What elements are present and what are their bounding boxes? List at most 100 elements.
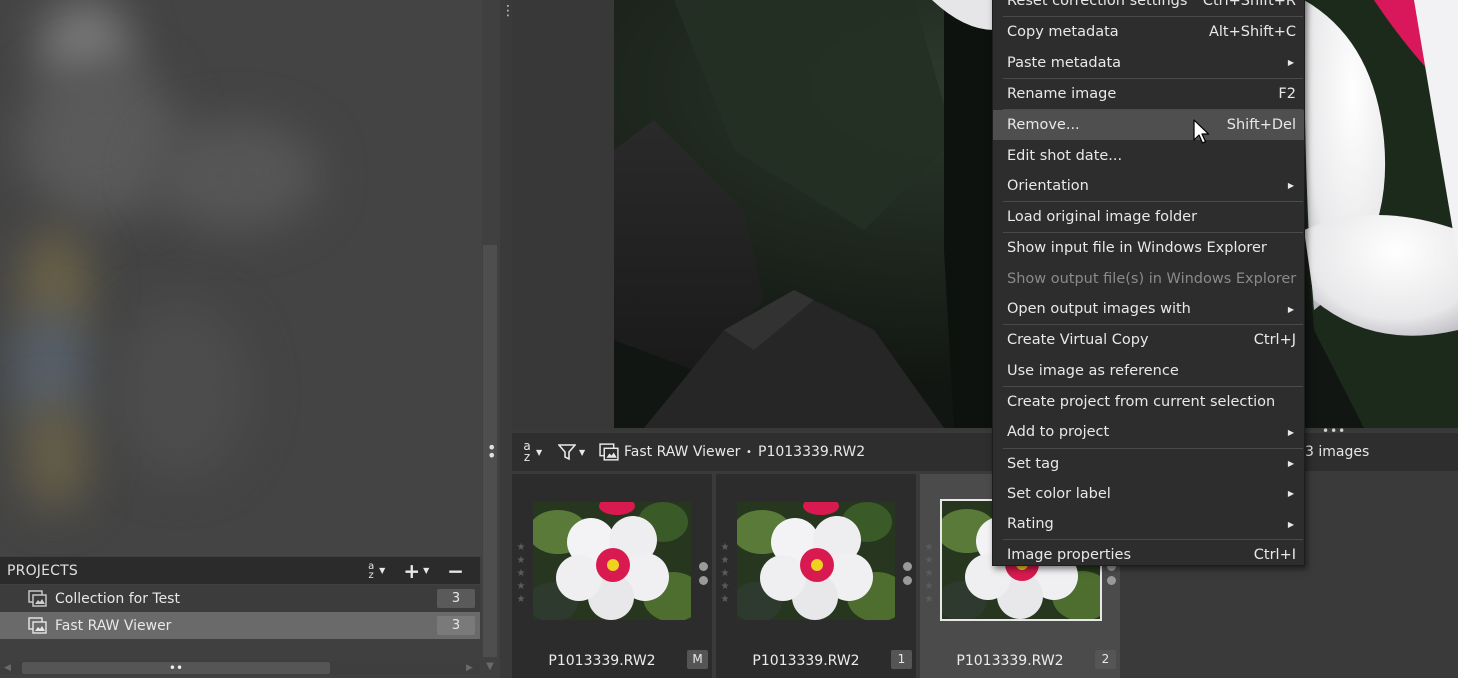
filter-button[interactable]: ▼ — [558, 433, 585, 471]
mouse-cursor-icon — [1193, 119, 1210, 144]
menu-item-create-virtual-copy[interactable]: Create Virtual Copy Ctrl+J — [993, 325, 1304, 355]
plus-icon: + — [403, 558, 421, 583]
project-count-badge: 3 — [437, 616, 475, 635]
minus-icon: − — [447, 558, 464, 583]
menu-item-label: Copy metadata — [1007, 24, 1119, 41]
submenu-arrow-icon: ▶ — [1287, 304, 1294, 314]
projects-header: PROJECTS a z ▼ + ▼ − — [0, 557, 480, 584]
submenu-arrow-icon: ▶ — [1287, 519, 1294, 529]
submenu-arrow-icon: ▶ — [1287, 489, 1294, 499]
submenu-arrow-icon: ▶ — [1287, 181, 1294, 191]
rating-stars[interactable]: ★ ★ ★ ★ ★ — [720, 541, 730, 606]
menu-item-create-project-from-current-selection[interactable]: Create project from current selection — [993, 387, 1304, 417]
menu-item-show-output-file-s-in-windows-explorer: Show output file(s) in Windows Explorer — [993, 264, 1304, 294]
thumbnail-image — [737, 502, 895, 620]
project-label: Collection for Test — [55, 590, 180, 607]
project-item-collection-for-test[interactable]: Collection for Test 3 — [0, 585, 480, 612]
menu-item-load-original-image-folder[interactable]: Load original image folder — [993, 202, 1304, 232]
breadcrumb-collection-label: Fast RAW Viewer — [624, 444, 741, 460]
menu-item-copy-metadata[interactable]: Copy metadata Alt+Shift+C — [993, 17, 1304, 47]
blurred-folder-browser — [0, 0, 482, 556]
thumbnail-filename: P1013339.RW2 — [548, 653, 656, 669]
menu-item-show-input-file-in-windows-explorer[interactable]: Show input file in Windows Explorer — [993, 233, 1304, 263]
breadcrumb-separator: • — [746, 446, 752, 458]
menu-item-label: Create project from current selection — [1007, 393, 1276, 410]
az-sort-icon: az — [523, 439, 531, 464]
label-dots[interactable] — [903, 562, 912, 590]
rating-stars[interactable]: ★ ★ ★ ★ ★ — [924, 541, 934, 606]
splitter-handle-icon[interactable]: • • — [487, 440, 496, 464]
menu-item-set-color-label[interactable]: Set color label ▶ — [993, 479, 1304, 509]
left-panel: ▼ PROJECTS a z ▼ + ▼ − Collection for Test … — [0, 0, 500, 678]
thumbnail-filename: P1013339.RW2 — [752, 653, 860, 669]
menu-item-rating[interactable]: Rating ▶ — [993, 509, 1304, 539]
menu-item-label: Show output file(s) in Windows Explorer — [1007, 270, 1297, 287]
menu-item-label: Remove... — [1007, 117, 1080, 134]
scroll-down-icon[interactable]: ▼ — [483, 660, 497, 674]
menu-item-add-to-project[interactable]: Add to project ▶ — [993, 417, 1304, 447]
projects-title: PROJECTS — [7, 562, 78, 579]
filter-icon — [558, 444, 576, 461]
menu-item-label: Edit shot date... — [1007, 147, 1123, 164]
thumbnail-badge: 2 — [1095, 650, 1116, 669]
context-menu: Reset correction settings Ctrl+Shift+R Cop… — [992, 0, 1305, 566]
menu-item-label: Open output images with — [1007, 301, 1191, 317]
thumbnail-badge: 1 — [891, 650, 912, 669]
thumbnail-image — [533, 502, 691, 620]
menu-item-label: Add to project — [1007, 424, 1110, 441]
submenu-arrow-icon: ▶ — [1287, 427, 1294, 437]
menu-item-orientation[interactable]: Orientation ▶ — [993, 171, 1304, 201]
menu-item-shortcut: Ctrl+I — [1253, 547, 1296, 564]
menu-item-shortcut: Ctrl+J — [1253, 332, 1296, 349]
submenu-arrow-icon: ▶ — [1287, 459, 1294, 468]
remove-project-button[interactable]: − — [447, 558, 464, 583]
breadcrumb-file: P1013339.RW2 — [758, 444, 866, 460]
label-dots[interactable] — [699, 562, 708, 590]
project-count-badge: 3 — [437, 589, 475, 608]
menu-item-label: Show input file in Windows Explorer — [1007, 240, 1267, 257]
menu-item-use-image-as-reference[interactable]: Use image as reference — [993, 356, 1304, 386]
menu-item-shortcut: Alt+Shift+C — [1208, 24, 1296, 41]
filmstrip: ★ ★ ★ ★ ★ P1013339.RW2 M ★ ★ ★ ★ ★ P1013… — [512, 471, 1458, 678]
rating-stars[interactable]: ★ ★ ★ ★ ★ — [516, 541, 526, 606]
scroll-right-icon[interactable]: ▶ — [466, 661, 473, 675]
menu-item-label: Use image as reference — [1007, 362, 1179, 379]
menu-item-set-tag[interactable]: Set tag ▶ — [993, 449, 1304, 479]
menu-item-shortcut: Shift+Del — [1226, 117, 1296, 134]
collection-icon — [28, 616, 48, 635]
thumbnail-cell[interactable]: ★ ★ ★ ★ ★ P1013339.RW2 1 — [716, 474, 916, 678]
filmstrip-sort-button[interactable]: a z ▼ — [522, 433, 542, 471]
az-sort-icon: az — [368, 560, 375, 581]
scrollbar-thumb[interactable]: •• — [22, 662, 330, 674]
menu-item-label: Set color label — [1007, 485, 1111, 502]
menu-item-edit-shot-date[interactable]: Edit shot date... — [993, 141, 1304, 171]
left-horizontal-scrollbar[interactable]: ◀ •• ▶ — [0, 661, 480, 675]
thumbnail-cell[interactable]: ★ ★ ★ ★ ★ P1013339.RW2 M — [512, 474, 712, 678]
menu-item-label: Paste metadata — [1007, 54, 1122, 71]
filmstrip-toolbar: a z ▼ ▼ Fast RAW Viewer • P1013339.RW2 3 i… — [512, 433, 1458, 471]
submenu-arrow-icon: ▶ — [1287, 58, 1294, 68]
menu-item-shortcut: Ctrl+Shift+R — [1202, 0, 1296, 9]
menu-item-label: Image properties — [1007, 547, 1132, 564]
menu-item-label: Rating — [1007, 516, 1054, 533]
add-project-button[interactable]: + ▼ — [403, 558, 429, 583]
menu-item-label: Load original image folder — [1007, 209, 1198, 226]
thumbnail-badge: M — [687, 650, 708, 669]
scroll-left-icon[interactable]: ◀ — [4, 661, 11, 675]
menu-item-paste-metadata[interactable]: Paste metadata ▶ — [993, 48, 1304, 78]
collection-icon — [28, 589, 48, 608]
menu-item-open-output-images-with[interactable]: Open output images with ▶ — [993, 294, 1304, 324]
menu-item-reset-correction-settings[interactable]: Reset correction settings Ctrl+Shift+R — [993, 0, 1304, 16]
breadcrumb-collection[interactable]: Fast RAW Viewer — [599, 433, 740, 471]
menu-item-image-properties[interactable]: Image properties Ctrl+I — [993, 540, 1304, 570]
menu-item-label: Set tag — [1007, 455, 1060, 472]
menu-item-label: Rename image — [1007, 85, 1117, 102]
menu-item-rename-image[interactable]: Rename image F2 — [993, 79, 1304, 109]
menu-item-remove[interactable]: Remove... Shift+Del — [993, 110, 1304, 141]
thumbnail-filename: P1013339.RW2 — [956, 653, 1064, 669]
menu-item-label: Reset correction settings — [1007, 0, 1188, 9]
project-label: Fast RAW Viewer — [55, 617, 172, 634]
project-item-fast-raw-viewer[interactable]: Fast RAW Viewer 3 — [0, 612, 480, 639]
projects-sort-button[interactable]: a z ▼ — [366, 560, 385, 581]
menu-item-shortcut: F2 — [1278, 85, 1296, 102]
